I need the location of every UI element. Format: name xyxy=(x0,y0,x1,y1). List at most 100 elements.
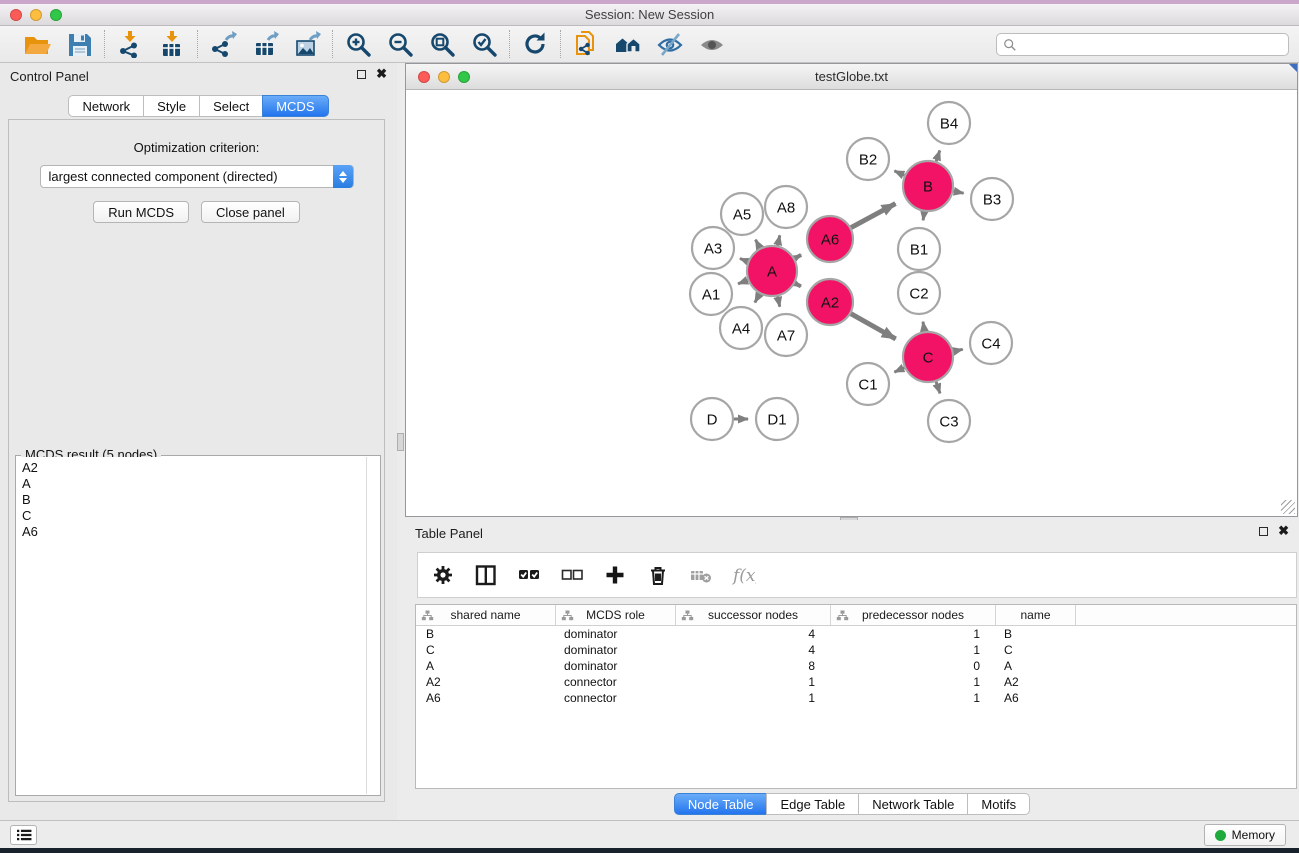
node-A5[interactable]: A5 xyxy=(721,193,763,235)
tab-network-table[interactable]: Network Table xyxy=(858,793,968,815)
network-from-selection-icon[interactable] xyxy=(571,29,601,59)
hide-selected-icon[interactable] xyxy=(655,29,685,59)
column-header-predecessor-nodes[interactable]: predecessor nodes xyxy=(831,605,996,625)
node-B2[interactable]: B2 xyxy=(847,138,889,180)
select-all-icon[interactable] xyxy=(516,562,542,588)
tab-style[interactable]: Style xyxy=(143,95,200,117)
tab-node-table[interactable]: Node Table xyxy=(674,793,768,815)
edge-A-A1[interactable] xyxy=(738,280,748,284)
export-table-icon[interactable] xyxy=(250,29,280,59)
mcds-result-item[interactable]: C xyxy=(22,508,366,524)
close-panel-icon[interactable]: ✖ xyxy=(376,69,387,79)
node-C[interactable]: C xyxy=(903,332,953,382)
deselect-all-icon[interactable] xyxy=(559,562,585,588)
save-session-icon[interactable] xyxy=(64,29,94,59)
zoom-out-icon[interactable] xyxy=(385,29,415,59)
node-A7[interactable]: A7 xyxy=(765,314,807,356)
edge-A-A6[interactable] xyxy=(795,255,801,259)
show-columns-icon[interactable] xyxy=(473,562,499,588)
criterion-dropdown[interactable]: largest connected component (directed) xyxy=(40,165,354,188)
table-row[interactable]: A6connector11A6 xyxy=(416,690,1296,706)
node-B3[interactable]: B3 xyxy=(971,178,1013,220)
float-panel-icon[interactable] xyxy=(357,70,366,79)
import-table-icon[interactable] xyxy=(157,29,187,59)
first-neighbors-icon[interactable] xyxy=(613,29,643,59)
edge-C-C4[interactable] xyxy=(953,349,962,351)
table-options-icon[interactable] xyxy=(430,562,456,588)
network-frame-titlebar[interactable]: testGlobe.txt xyxy=(406,64,1297,90)
vertical-split-handle[interactable] xyxy=(397,433,404,451)
node-C3[interactable]: C3 xyxy=(928,400,970,442)
zoom-in-icon[interactable] xyxy=(343,29,373,59)
zoom-fit-icon[interactable] xyxy=(427,29,457,59)
column-header-name[interactable]: name xyxy=(996,605,1076,625)
edge-C-C1[interactable] xyxy=(894,368,904,372)
edge-A-A7[interactable] xyxy=(778,296,780,306)
edge-A-A2[interactable] xyxy=(795,283,801,286)
edge-C-C3[interactable] xyxy=(936,382,940,394)
edge-A6-B[interactable] xyxy=(851,204,895,228)
edge-A2-C[interactable] xyxy=(851,314,896,339)
node-D1[interactable]: D1 xyxy=(756,398,798,440)
search-input[interactable] xyxy=(1021,37,1282,52)
edge-A-A5[interactable] xyxy=(756,240,760,248)
edge-A-A8[interactable] xyxy=(778,235,780,245)
node-A3[interactable]: A3 xyxy=(692,227,734,269)
mcds-result-item[interactable]: A xyxy=(22,476,366,492)
node-D[interactable]: D xyxy=(691,398,733,440)
column-header-MCDS-role[interactable]: MCDS role xyxy=(556,605,676,625)
tab-mcds[interactable]: MCDS xyxy=(262,95,328,117)
mcds-result-item[interactable]: B xyxy=(22,492,366,508)
table-row[interactable]: Adominator80A xyxy=(416,658,1296,674)
column-header-shared-name[interactable]: shared name xyxy=(416,605,556,625)
tab-select[interactable]: Select xyxy=(199,95,263,117)
import-network-icon[interactable] xyxy=(115,29,145,59)
node-A2[interactable]: A2 xyxy=(807,279,853,325)
edge-B-B4[interactable] xyxy=(936,151,940,162)
run-mcds-button[interactable]: Run MCDS xyxy=(93,201,189,223)
task-history-button[interactable] xyxy=(10,825,37,845)
export-network-icon[interactable] xyxy=(208,29,238,59)
mcds-result-scrollbar[interactable] xyxy=(366,457,379,794)
tab-network[interactable]: Network xyxy=(68,95,144,117)
network-graph[interactable]: A5A8A6A3AA1A2A4A7B2B4BB3B1C2C4CC1C3DD1 xyxy=(406,90,1297,516)
edge-A-A3[interactable] xyxy=(740,259,748,262)
node-A4[interactable]: A4 xyxy=(720,307,762,349)
node-C1[interactable]: C1 xyxy=(847,363,889,405)
edge-A-A4[interactable] xyxy=(755,294,760,303)
table-row[interactable]: A2connector11A2 xyxy=(416,674,1296,690)
column-header-successor-nodes[interactable]: successor nodes xyxy=(676,605,831,625)
frame-resize-grip[interactable] xyxy=(1281,500,1295,514)
export-image-icon[interactable] xyxy=(292,29,322,59)
close-table-panel-icon[interactable]: ✖ xyxy=(1278,526,1289,536)
edge-B-B1[interactable] xyxy=(923,212,924,221)
add-column-icon[interactable] xyxy=(602,562,628,588)
network-canvas[interactable]: A5A8A6A3AA1A2A4A7B2B4BB3B1C2C4CC1C3DD1 xyxy=(406,90,1297,516)
open-session-icon[interactable] xyxy=(22,29,52,59)
table-row[interactable]: Cdominator41C xyxy=(416,642,1296,658)
mcds-result-item[interactable]: A6 xyxy=(22,524,366,540)
node-A8[interactable]: A8 xyxy=(765,186,807,228)
node-C2[interactable]: C2 xyxy=(898,272,940,314)
mcds-result-list[interactable]: A2ABCA6 xyxy=(17,457,366,794)
float-table-panel-icon[interactable] xyxy=(1259,527,1268,536)
refresh-layout-icon[interactable] xyxy=(520,29,550,59)
close-panel-button[interactable]: Close panel xyxy=(201,201,300,223)
node-B4[interactable]: B4 xyxy=(928,102,970,144)
node-A[interactable]: A xyxy=(747,246,797,296)
tab-motifs[interactable]: Motifs xyxy=(967,793,1030,815)
edge-B-B3[interactable] xyxy=(954,191,964,193)
zoom-selected-icon[interactable] xyxy=(469,29,499,59)
edge-C-C2[interactable] xyxy=(923,322,924,332)
table-row[interactable]: Bdominator41B xyxy=(416,626,1296,642)
edge-B-B2[interactable] xyxy=(894,171,904,175)
show-all-icon[interactable] xyxy=(697,29,727,59)
memory-button[interactable]: Memory xyxy=(1204,824,1286,846)
delete-column-icon[interactable] xyxy=(645,562,671,588)
mcds-result-item[interactable]: A2 xyxy=(22,460,366,476)
node-A1[interactable]: A1 xyxy=(690,273,732,315)
node-B1[interactable]: B1 xyxy=(898,228,940,270)
search-box[interactable] xyxy=(996,33,1289,56)
node-B[interactable]: B xyxy=(903,161,953,211)
node-C4[interactable]: C4 xyxy=(970,322,1012,364)
